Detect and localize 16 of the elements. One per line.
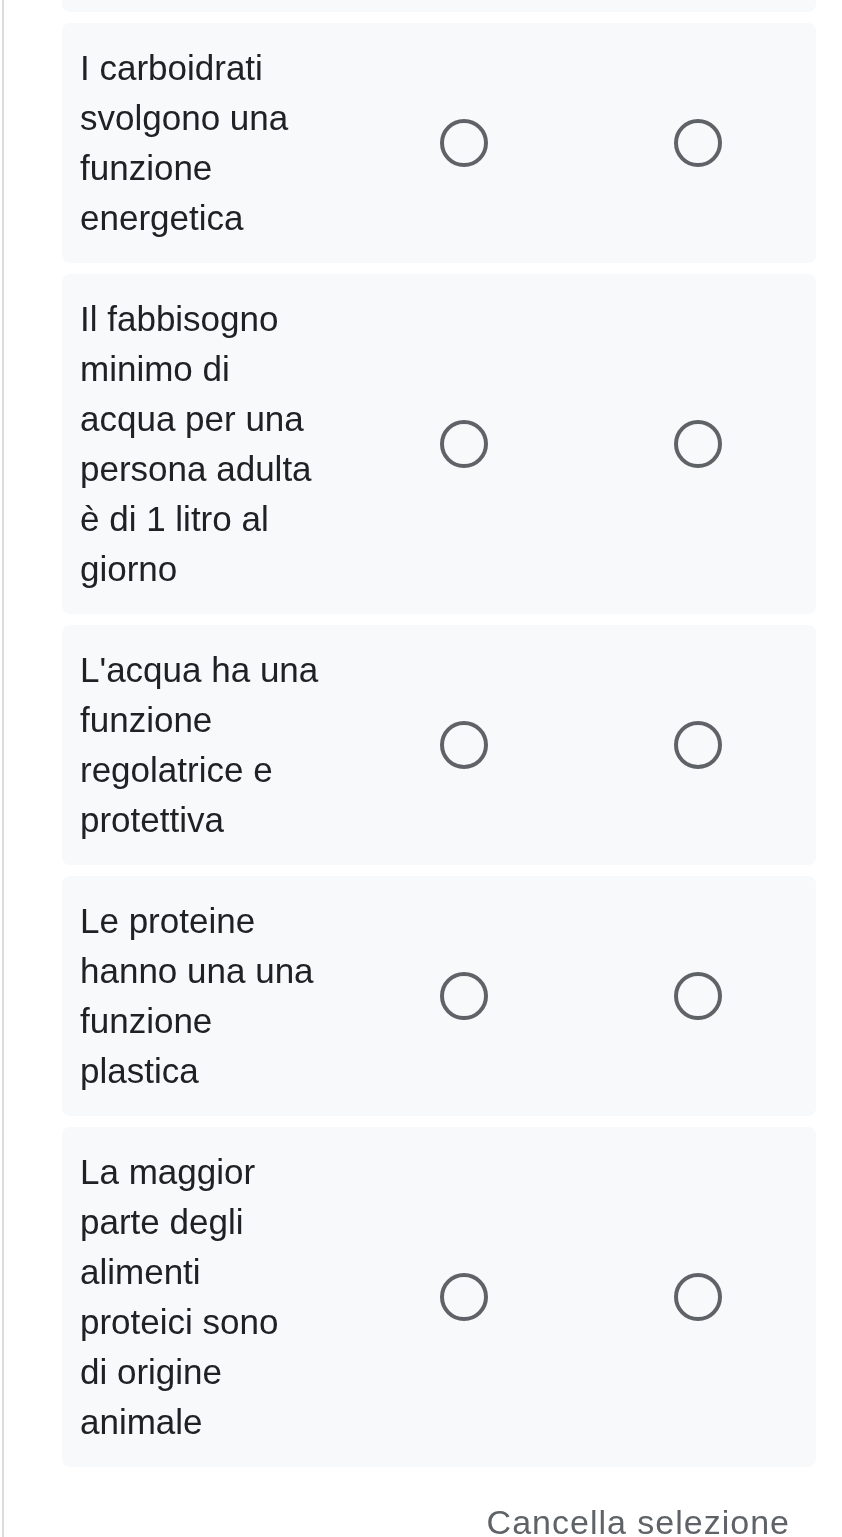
radio-button[interactable] bbox=[674, 721, 722, 769]
statement-text: L'acqua ha una funzione regolatrice e protettiva bbox=[80, 649, 320, 841]
radio-button[interactable] bbox=[440, 721, 488, 769]
statement-text: Il fabbisogno minimo di acqua per una persona adulta è di 1 litro al giorno bbox=[80, 298, 313, 590]
radio-button[interactable] bbox=[674, 1273, 722, 1321]
statement-text: I carboidrati svolgono una funzione energetica bbox=[80, 47, 290, 239]
radio-button[interactable] bbox=[440, 420, 488, 468]
radio-button[interactable] bbox=[440, 972, 488, 1020]
radio-button[interactable] bbox=[674, 119, 722, 167]
statement-text: La maggior parte degli alimenti proteici sono di origine animale bbox=[80, 1151, 280, 1443]
statement-text: Le proteine hanno una una funzione plastica bbox=[80, 900, 315, 1092]
radio-button[interactable] bbox=[440, 1273, 488, 1321]
radio-button[interactable] bbox=[440, 119, 488, 167]
radio-button[interactable] bbox=[674, 420, 722, 468]
clear-selection-button[interactable]: Cancella selezione bbox=[478, 1502, 798, 1537]
radio-button[interactable] bbox=[674, 972, 722, 1020]
